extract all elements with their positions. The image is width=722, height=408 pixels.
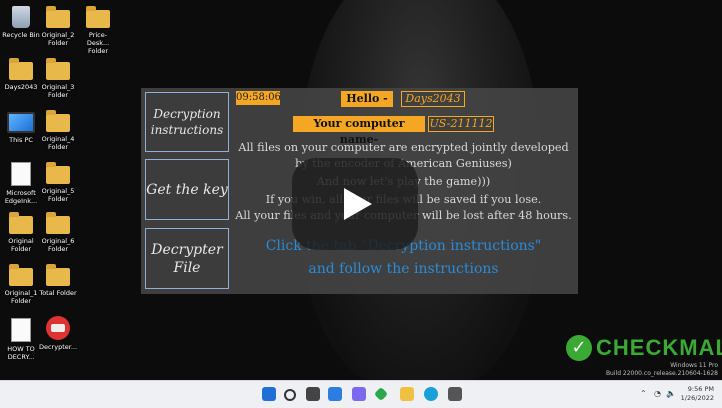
document-icon <box>11 318 31 342</box>
checkmark-icon: ✓ <box>566 335 592 361</box>
edge-icon[interactable] <box>424 387 438 401</box>
clock-date: 1/26/2022 <box>680 394 714 402</box>
volume-icon[interactable]: 🔈 <box>666 389 676 398</box>
hello-value: Days2043 <box>401 91 465 107</box>
widgets-icon[interactable] <box>328 387 342 401</box>
tab-decrypter-file[interactable]: Decrypter File <box>145 228 229 289</box>
folder-icon <box>9 264 33 286</box>
folder-icon <box>46 212 70 234</box>
folder-icon <box>86 6 110 28</box>
taskbar: ⌃ ◔ 🔈 9:56 PM 1/26/2022 <box>0 380 722 408</box>
folder-icon <box>46 58 70 80</box>
chat-icon[interactable] <box>352 387 366 401</box>
recycle-bin-icon[interactable]: Recycle Bin <box>1 6 41 39</box>
icon-label: HOW TO DECRY... <box>7 345 35 361</box>
icon-label: This PC <box>9 136 33 144</box>
days2043-icon[interactable]: Days2043 <box>1 58 41 91</box>
edge-shortcut-icon[interactable]: Microsoft EdgeInk... <box>1 162 41 205</box>
clock[interactable]: 9:56 PM 1/26/2022 <box>681 385 714 403</box>
original-5-folder-icon[interactable]: Original_5 Folder <box>38 162 78 203</box>
icon-label: Microsoft EdgeInk... <box>4 189 38 205</box>
original-4-folder-icon[interactable]: Original_4 Folder <box>38 110 78 151</box>
folder-icon <box>9 212 33 234</box>
chevron-up-icon[interactable]: ⌃ <box>640 389 647 398</box>
icon-label: Original_3 Folder <box>41 83 75 99</box>
icon-label: Recycle Bin <box>2 31 40 39</box>
start-icon[interactable] <box>262 387 276 401</box>
desktop: Recycle Bin Days2043 This PC Microsoft E… <box>0 0 722 380</box>
icon-label: Original_5 Folder <box>41 187 75 203</box>
task-view-icon[interactable] <box>306 387 320 401</box>
search-icon[interactable] <box>284 389 296 401</box>
computer-name-value: US-211112 <box>428 116 494 132</box>
computer-name-label: Your computer name- <box>293 116 425 146</box>
wifi-icon[interactable]: ◔ <box>654 389 661 398</box>
message-line: All files on your computer are encrypted… <box>238 141 569 154</box>
total-folder-icon[interactable]: Total Folder <box>38 264 78 297</box>
decrypter-app-icon[interactable]: Decrypter... <box>38 316 78 351</box>
icon-label: Original_2 Folder <box>41 31 75 47</box>
brand-watermark: ✓ CHECKMAL <box>566 333 722 363</box>
icon-label: Original Folder <box>8 237 34 253</box>
document-icon <box>11 162 31 186</box>
folder-icon <box>46 110 70 132</box>
store-icon[interactable] <box>448 387 462 401</box>
os-edition: Windows 11 Pro <box>670 362 718 369</box>
tab-get-the-key[interactable]: Get the key <box>145 159 229 220</box>
original-6-folder-icon[interactable]: Original_6 Folder <box>38 212 78 253</box>
icon-label: Original_4 Folder <box>41 135 75 151</box>
folder-icon <box>46 162 70 184</box>
app-icon[interactable] <box>373 386 389 402</box>
icon-label: Days2043 <box>4 83 38 91</box>
folder-icon <box>9 58 33 80</box>
os-build: Build 22000.co_release.210604-1628 <box>605 370 718 377</box>
windows-watermark: Windows 11 Pro Build 22000.co_release.21… <box>606 362 718 378</box>
hello-label: Hello - <box>341 91 393 107</box>
video-play-button[interactable] <box>292 158 418 250</box>
icon-label: Price-Desk... Folder <box>86 31 110 55</box>
icon-label: Total Folder <box>39 289 77 297</box>
brand-name: CHECKMAL <box>596 335 722 360</box>
this-pc-icon[interactable]: This PC <box>1 112 41 144</box>
icon-label: Decrypter... <box>38 343 78 351</box>
original-2-folder-icon[interactable]: Original_2 Folder <box>38 6 78 47</box>
original-1-folder-icon[interactable]: Original_1 Folder <box>1 264 41 305</box>
how-to-decrypt-icon[interactable]: HOW TO DECRY... <box>1 318 41 361</box>
countdown-timer: 09:58:06 <box>236 91 281 105</box>
folder-icon <box>46 264 70 286</box>
icon-label: Original_6 Folder <box>41 237 75 253</box>
price-desk-folder-icon[interactable]: Price-Desk... Folder <box>78 6 118 55</box>
decrypter-icon <box>46 316 70 340</box>
trash-icon <box>12 6 30 28</box>
folder-icon <box>46 6 70 28</box>
clock-time: 9:56 PM <box>687 385 714 393</box>
icon-label: Original_1 Folder <box>4 289 38 305</box>
file-explorer-icon[interactable] <box>400 387 414 401</box>
tab-decryption-instructions[interactable]: Decryption instructions <box>145 92 229 152</box>
computer-icon <box>7 112 35 133</box>
original-3-folder-icon[interactable]: Original_3 Folder <box>38 58 78 99</box>
cta-line: and follow the instructions <box>308 261 499 277</box>
original-folder-icon[interactable]: Original Folder <box>1 212 41 253</box>
